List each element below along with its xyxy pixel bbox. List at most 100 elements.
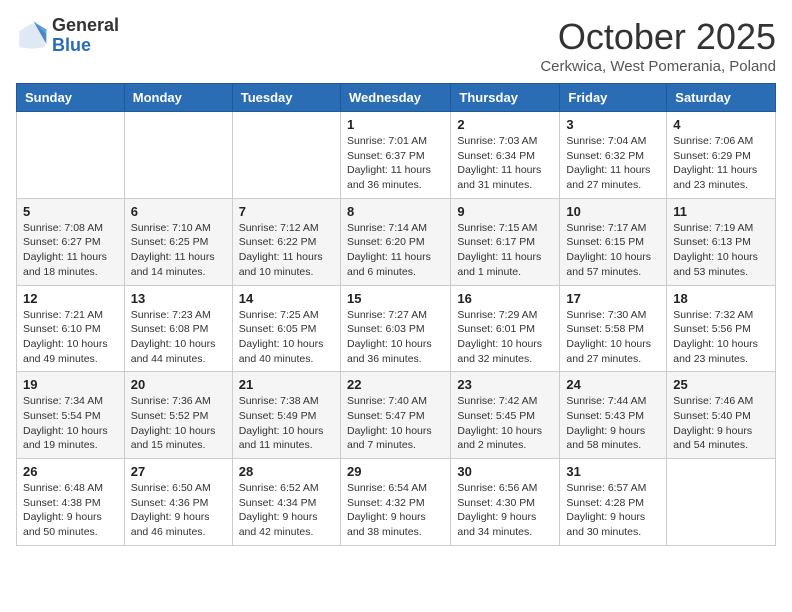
day-of-week-header: Tuesday — [232, 84, 340, 112]
calendar-cell: 1Sunrise: 7:01 AM Sunset: 6:37 PM Daylig… — [340, 112, 450, 199]
logo-text: General Blue — [52, 16, 119, 56]
day-number: 29 — [347, 464, 444, 479]
day-number: 25 — [673, 377, 769, 392]
day-info: Sunrise: 7:21 AM Sunset: 6:10 PM Dayligh… — [23, 308, 118, 367]
day-number: 22 — [347, 377, 444, 392]
calendar-cell: 7 Sunrise: 7:12 AM Sunset: 6:22 PM Daylig… — [232, 198, 340, 285]
calendar-cell: 21Sunrise: 7:38 AM Sunset: 5:49 PM Dayli… — [232, 372, 340, 459]
day-of-week-header: Thursday — [451, 84, 560, 112]
day-number: 28 — [239, 464, 334, 479]
day-number: 12 — [23, 291, 118, 306]
calendar-cell — [124, 112, 232, 199]
day-info: Sunrise: 7:29 AM Sunset: 6:01 PM Dayligh… — [457, 308, 553, 367]
day-number: 27 — [131, 464, 226, 479]
day-info: Sunrise: 7:23 AM Sunset: 6:08 PM Dayligh… — [131, 308, 226, 367]
day-number: 20 — [131, 377, 226, 392]
calendar-cell: 24 Sunrise: 7:44 AM Sunset: 5:43 PM Dayli… — [560, 372, 667, 459]
calendar-header-row: SundayMondayTuesdayWednesdayThursdayFrid… — [17, 84, 776, 112]
day-of-week-header: Sunday — [17, 84, 125, 112]
logo: General Blue — [16, 16, 119, 56]
day-number: 11 — [673, 204, 769, 219]
day-info: Sunrise: 7:36 AM Sunset: 5:52 PM Dayligh… — [131, 394, 226, 453]
calendar-cell: 28 Sunrise: 6:52 AM Sunset: 4:34 PM Dayli… — [232, 459, 340, 546]
day-number: 2 — [457, 117, 553, 132]
day-number: 14 — [239, 291, 334, 306]
day-number: 23 — [457, 377, 553, 392]
calendar-week-row: 5Sunrise: 7:08 AM Sunset: 6:27 PM Daylig… — [17, 198, 776, 285]
calendar-cell: 31 Sunrise: 6:57 AM Sunset: 4:28 PM Dayli… — [560, 459, 667, 546]
day-info: Sunrise: 6:57 AM Sunset: 4:28 PM Dayligh… — [566, 481, 660, 540]
logo-general-text: General — [52, 16, 119, 36]
month-title: October 2025 — [540, 16, 776, 58]
calendar-cell: 3Sunrise: 7:04 AM Sunset: 6:32 PM Daylig… — [560, 112, 667, 199]
calendar-week-row: 19Sunrise: 7:34 AM Sunset: 5:54 PM Dayli… — [17, 372, 776, 459]
day-number: 4 — [673, 117, 769, 132]
calendar-cell: 13 Sunrise: 7:23 AM Sunset: 6:08 PM Dayli… — [124, 285, 232, 372]
day-info: Sunrise: 6:52 AM Sunset: 4:34 PM Dayligh… — [239, 481, 334, 540]
calendar-table: SundayMondayTuesdayWednesdayThursdayFrid… — [16, 83, 776, 546]
calendar-cell: 18 Sunrise: 7:32 AM Sunset: 5:56 PM Dayli… — [667, 285, 776, 372]
day-info: Sunrise: 7:44 AM Sunset: 5:43 PM Dayligh… — [566, 394, 660, 453]
calendar-cell: 14 Sunrise: 7:25 AM Sunset: 6:05 PM Dayli… — [232, 285, 340, 372]
calendar-week-row: 1Sunrise: 7:01 AM Sunset: 6:37 PM Daylig… — [17, 112, 776, 199]
calendar-cell — [17, 112, 125, 199]
calendar-cell: 23 Sunrise: 7:42 AM Sunset: 5:45 PM Dayli… — [451, 372, 560, 459]
day-info: Sunrise: 7:14 AM Sunset: 6:20 PM Dayligh… — [347, 221, 444, 280]
day-info: Sunrise: 7:32 AM Sunset: 5:56 PM Dayligh… — [673, 308, 769, 367]
title-area: October 2025 Cerkwica, West Pomerania, P… — [540, 16, 776, 75]
calendar-cell: 20 Sunrise: 7:36 AM Sunset: 5:52 PM Dayli… — [124, 372, 232, 459]
day-number: 1 — [347, 117, 444, 132]
calendar-cell: 30 Sunrise: 6:56 AM Sunset: 4:30 PM Dayli… — [451, 459, 560, 546]
calendar-cell: 22 Sunrise: 7:40 AM Sunset: 5:47 PM Dayli… — [340, 372, 450, 459]
calendar-cell: 17 Sunrise: 7:30 AM Sunset: 5:58 PM Dayli… — [560, 285, 667, 372]
calendar-cell: 2Sunrise: 7:03 AM Sunset: 6:34 PM Daylig… — [451, 112, 560, 199]
day-info: Sunrise: 7:06 AM Sunset: 6:29 PM Dayligh… — [673, 134, 769, 193]
logo-blue-text: Blue — [52, 36, 119, 56]
day-number: 18 — [673, 291, 769, 306]
day-number: 16 — [457, 291, 553, 306]
day-number: 7 — [239, 204, 334, 219]
day-number: 31 — [566, 464, 660, 479]
day-info: Sunrise: 7:25 AM Sunset: 6:05 PM Dayligh… — [239, 308, 334, 367]
day-number: 30 — [457, 464, 553, 479]
day-number: 13 — [131, 291, 226, 306]
day-info: Sunrise: 7:42 AM Sunset: 5:45 PM Dayligh… — [457, 394, 553, 453]
day-of-week-header: Wednesday — [340, 84, 450, 112]
day-info: Sunrise: 7:15 AM Sunset: 6:17 PM Dayligh… — [457, 221, 553, 280]
day-number: 6 — [131, 204, 226, 219]
calendar-week-row: 26Sunrise: 6:48 AM Sunset: 4:38 PM Dayli… — [17, 459, 776, 546]
day-info: Sunrise: 7:40 AM Sunset: 5:47 PM Dayligh… — [347, 394, 444, 453]
day-info: Sunrise: 6:56 AM Sunset: 4:30 PM Dayligh… — [457, 481, 553, 540]
calendar-cell: 12 Sunrise: 7:21 AM Sunset: 6:10 PM Dayli… — [17, 285, 125, 372]
day-info: Sunrise: 7:12 AM Sunset: 6:22 PM Dayligh… — [239, 221, 334, 280]
day-number: 8 — [347, 204, 444, 219]
calendar-cell — [232, 112, 340, 199]
day-info: Sunrise: 6:50 AM Sunset: 4:36 PM Dayligh… — [131, 481, 226, 540]
day-number: 9 — [457, 204, 553, 219]
calendar-cell: 5Sunrise: 7:08 AM Sunset: 6:27 PM Daylig… — [17, 198, 125, 285]
day-info: Sunrise: 7:17 AM Sunset: 6:15 PM Dayligh… — [566, 221, 660, 280]
page-header: General Blue October 2025 Cerkwica, West… — [16, 16, 776, 75]
day-number: 17 — [566, 291, 660, 306]
day-info: Sunrise: 7:34 AM Sunset: 5:54 PM Dayligh… — [23, 394, 118, 453]
day-of-week-header: Saturday — [667, 84, 776, 112]
day-of-week-header: Monday — [124, 84, 232, 112]
calendar-cell: 8 Sunrise: 7:14 AM Sunset: 6:20 PM Daylig… — [340, 198, 450, 285]
calendar-cell: 19Sunrise: 7:34 AM Sunset: 5:54 PM Dayli… — [17, 372, 125, 459]
day-number: 3 — [566, 117, 660, 132]
logo-icon — [16, 20, 48, 52]
day-info: Sunrise: 6:48 AM Sunset: 4:38 PM Dayligh… — [23, 481, 118, 540]
day-number: 21 — [239, 377, 334, 392]
calendar-cell — [667, 459, 776, 546]
calendar-cell: 25 Sunrise: 7:46 AM Sunset: 5:40 PM Dayli… — [667, 372, 776, 459]
day-number: 5 — [23, 204, 118, 219]
day-number: 10 — [566, 204, 660, 219]
calendar-cell: 26Sunrise: 6:48 AM Sunset: 4:38 PM Dayli… — [17, 459, 125, 546]
day-number: 24 — [566, 377, 660, 392]
calendar-cell: 9 Sunrise: 7:15 AM Sunset: 6:17 PM Daylig… — [451, 198, 560, 285]
day-info: Sunrise: 7:19 AM Sunset: 6:13 PM Dayligh… — [673, 221, 769, 280]
location-subtitle: Cerkwica, West Pomerania, Poland — [540, 58, 776, 75]
day-info: Sunrise: 7:46 AM Sunset: 5:40 PM Dayligh… — [673, 394, 769, 453]
calendar-cell: 15Sunrise: 7:27 AM Sunset: 6:03 PM Dayli… — [340, 285, 450, 372]
day-info: Sunrise: 7:30 AM Sunset: 5:58 PM Dayligh… — [566, 308, 660, 367]
